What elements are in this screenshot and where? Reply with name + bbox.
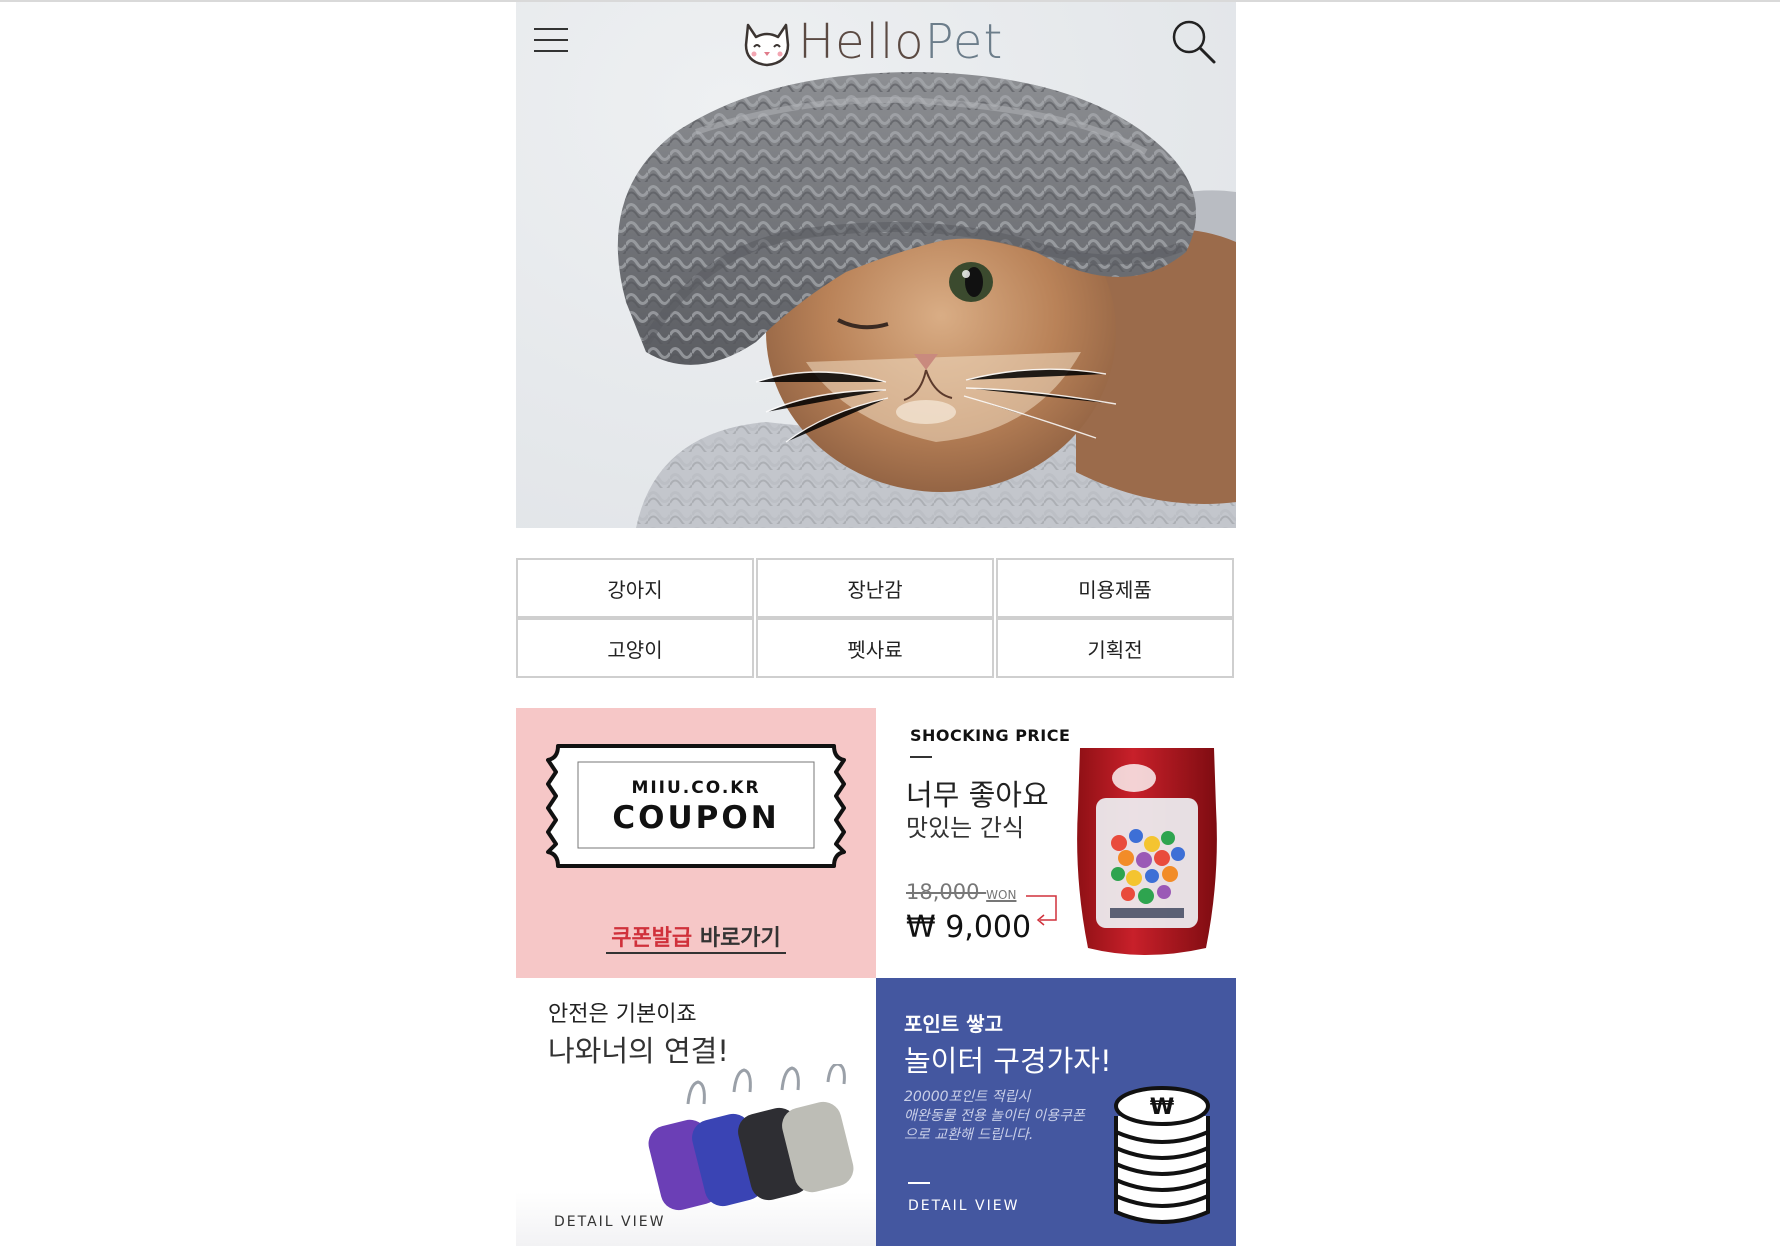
- menu-button[interactable]: [532, 22, 572, 56]
- cat-logo-icon: [744, 23, 790, 67]
- coupon-issue-link[interactable]: 쿠폰발급 바로가기: [516, 920, 876, 952]
- coupon-link-underline: [606, 952, 786, 954]
- hamburger-icon-line: [534, 50, 568, 52]
- search-icon: [1172, 20, 1216, 64]
- shocking-price-title: SHOCKING PRICE: [910, 726, 1071, 745]
- shocking-price-banner[interactable]: SHOCKING PRICE 너무 좋아요 맛있는 간식 18,000 WON …: [876, 708, 1236, 978]
- price-arrow-icon: [1026, 895, 1057, 926]
- coupon-site-label: MIIU.CO.KR: [631, 778, 761, 798]
- sale-price: ₩ 9,000: [906, 910, 1032, 945]
- coin-stack-icon: ₩: [1114, 1086, 1210, 1224]
- leash-headline: 안전은 기본이죠: [548, 1002, 697, 1027]
- coupon-title: COUPON: [612, 800, 780, 836]
- category-toys[interactable]: 장난감: [756, 558, 994, 618]
- category-promotion[interactable]: 기획전: [996, 618, 1234, 678]
- points-subline: 놀이터 구경가자!: [904, 1044, 1112, 1078]
- category-grooming[interactable]: 미용제품: [996, 558, 1234, 618]
- shocking-subline: 맛있는 간식: [906, 814, 1025, 842]
- points-detail-view-link[interactable]: DETAIL VIEW: [908, 1198, 1019, 1214]
- hamburger-icon-line: [534, 39, 568, 41]
- old-price: 18,000 WON: [906, 880, 1017, 904]
- svg-text:₩: ₩: [1150, 1095, 1174, 1120]
- hero-banner: HelloPet: [516, 2, 1236, 528]
- leash-banner[interactable]: 안전은 기본이죠 나와너의 연결! DETAIL VIEW: [516, 978, 876, 1246]
- category-cat[interactable]: 고양이: [516, 618, 754, 678]
- category-pet-food[interactable]: 펫사료: [756, 618, 994, 678]
- points-headline: 포인트 쌓고: [904, 1012, 1003, 1036]
- logo-text: HelloPet: [798, 14, 1004, 70]
- leash-product-icon: [648, 1064, 854, 1211]
- points-description: 20000포인트 적립시 애완동물 전용 놀이터 이용쿠폰 으로 교환해 드립니…: [904, 1089, 1085, 1143]
- hero-image: [617, 72, 1236, 528]
- hellopet-logo[interactable]: HelloPet: [742, 12, 1003, 72]
- treat-bag-icon: [1077, 748, 1217, 955]
- search-button[interactable]: [1170, 18, 1218, 66]
- mobile-page: HelloPet 강아지 장난감 미용제품 고양이 펫사료 기획전 MIIU.C…: [516, 2, 1236, 1246]
- divider: [910, 756, 932, 758]
- category-dog[interactable]: 강아지: [516, 558, 754, 618]
- leash-detail-view-link[interactable]: DETAIL VIEW: [554, 1214, 665, 1230]
- coupon-banner[interactable]: MIIU.CO.KR COUPON 쿠폰발급 바로가기: [516, 708, 876, 978]
- hamburger-icon-line: [534, 28, 568, 30]
- divider: [908, 1182, 930, 1184]
- points-banner[interactable]: 포인트 쌓고 놀이터 구경가자! 20000포인트 적립시 애완동물 전용 놀이…: [876, 978, 1236, 1246]
